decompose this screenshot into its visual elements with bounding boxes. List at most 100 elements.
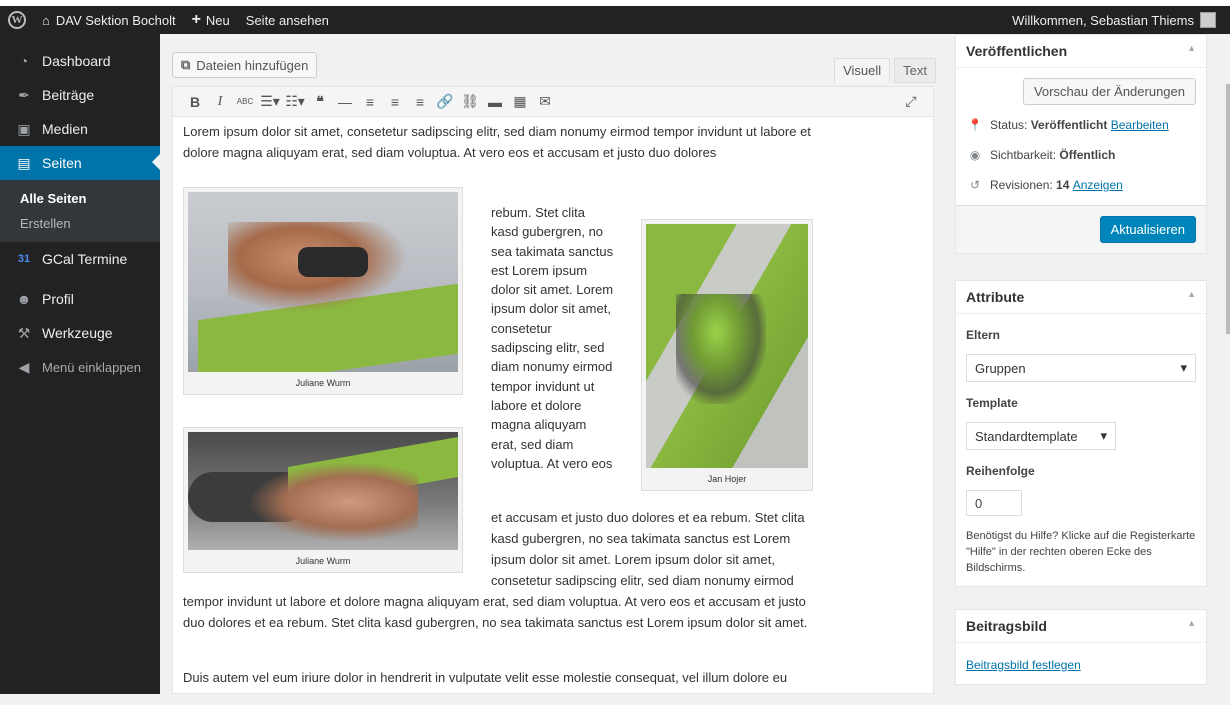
featured-image-box: Beitragsbild ▲ Beitragsbild festlegen [955, 609, 1207, 685]
climber-shape [248, 462, 418, 542]
account-menu[interactable]: Willkommen, Sebastian Thiems [1004, 6, 1230, 34]
new-label: Neu [205, 12, 230, 28]
photo-climber-3 [646, 224, 808, 468]
dashboard-icon: ◔ [19, 53, 29, 69]
add-media-button[interactable]: ⧉ Dateien hinzufügen [172, 52, 318, 78]
numbered-list-button[interactable]: ☷▾ [283, 90, 307, 114]
visibility-value: Öffentlich [1059, 148, 1116, 162]
site-name: DAV Sektion Bocholt [55, 12, 176, 28]
italic-button[interactable]: I [208, 90, 232, 114]
status-row: 📍 Status: Veröffentlicht Bearbeiten [966, 115, 1196, 135]
image-caption-3: Jan Hojer [707, 474, 747, 484]
paragraph-1: Lorem ipsum dolor sit amet, consetetur s… [183, 124, 811, 160]
collapse-menu-button[interactable]: ◀ Menü einklappen [0, 350, 160, 384]
sidebar-item-profile[interactable]: ☻ Profil [0, 282, 160, 316]
publish-box-header[interactable]: Veröffentlichen ▲ [956, 35, 1206, 68]
blockquote-button[interactable]: ❝ [308, 90, 332, 114]
image-figure-3[interactable]: Jan Hojer [641, 219, 813, 491]
template-label: Template [966, 396, 1018, 410]
image-figure-2[interactable]: Juliane Wurm [183, 427, 463, 573]
climber-top [298, 247, 368, 277]
parent-select[interactable]: Gruppen ▾ [966, 354, 1196, 382]
wp-logo-menu[interactable]: W [0, 6, 34, 34]
right-sidebar: Veröffentlichen ▲ Vorschau der Änderungen… [955, 34, 1207, 705]
pages-icon: ▤ [17, 154, 31, 171]
sidebar-item-posts[interactable]: ✒ Beiträge [0, 78, 160, 112]
collapse-arrow-icon: ▲ [1187, 618, 1196, 628]
mail-icon[interactable]: ✉ [533, 90, 557, 114]
pages-submenu: Alle Seiten Erstellen [0, 180, 160, 242]
site-name-link[interactable]: ⌂ DAV Sektion Bocholt [34, 6, 184, 34]
sidebar-item-label: Medien [42, 121, 88, 137]
chevron-down-icon: ▾ [1180, 360, 1187, 375]
attributes-box: Attribute ▲ Eltern Gruppen ▾ Template Stan… [955, 280, 1207, 587]
eye-icon: ◉ [969, 148, 981, 162]
sidebar-item-pages[interactable]: ▤ Seiten [0, 146, 160, 180]
climber-shape [676, 294, 766, 404]
unlink-icon[interactable]: ⛓ [458, 90, 482, 114]
sidebar-item-tools[interactable]: ⚒ Werkzeuge [0, 316, 160, 350]
view-revisions-link[interactable]: Anzeigen [1073, 178, 1123, 192]
photo-climber-1 [188, 192, 458, 372]
editor-content[interactable]: Lorem ipsum dolor sit amet, consetetur s… [173, 117, 933, 695]
sidebar-item-gcal[interactable]: 31 GCal Termine [0, 242, 160, 276]
sidebar-item-label: Beiträge [42, 87, 95, 103]
collapse-arrow-icon: ▲ [1187, 43, 1196, 53]
sidebar-item-label: Seiten [42, 155, 82, 171]
sidebar-item-label: Menü einklappen [42, 359, 142, 375]
revisions-row: ↺ Revisionen: 14 Anzeigen [966, 175, 1196, 195]
template-select[interactable]: Standardtemplate ▾ [966, 422, 1116, 450]
publish-actions: Aktualisieren [956, 205, 1206, 253]
image-figure-1[interactable]: Juliane Wurm [183, 187, 463, 395]
content-editor: ⧉ Dateien hinzufügen Visuell Text B I ABC… [172, 48, 936, 694]
welcome-text: Willkommen, Sebastian Thiems [1012, 12, 1194, 28]
toolbar-toggle-button[interactable]: ▦ [508, 90, 532, 114]
parent-value: Gruppen [975, 360, 1026, 376]
edit-status-link[interactable]: Bearbeiten [1111, 118, 1169, 132]
align-left-button[interactable]: ≡ [358, 90, 382, 114]
paragraph-2: Duis autem vel eum iriure dolor in hendr… [183, 670, 788, 685]
view-page-link[interactable]: Seite ansehen [238, 6, 337, 34]
order-input[interactable]: 0 [966, 490, 1022, 516]
align-center-button[interactable]: ≡ [383, 90, 407, 114]
align-right-button[interactable]: ≡ [408, 90, 432, 114]
featured-image-inner: Beitragsbild festlegen [956, 643, 1206, 684]
paragraph-flow-full: tempor invidunt ut labore et dolore magn… [183, 594, 808, 630]
submenu-add-new[interactable]: Erstellen [0, 211, 160, 236]
add-media-label: Dateien hinzufügen [196, 57, 309, 73]
scrollbar-thumb[interactable] [1226, 84, 1230, 334]
plus-icon: + [191, 11, 201, 28]
help-text: Benötigst du Hilfe? Klicke auf die Regis… [966, 530, 1196, 574]
chevron-down-icon: ▾ [1100, 428, 1107, 443]
photo-climber-2 [188, 432, 458, 550]
new-content-link[interactable]: + Neu [184, 6, 238, 34]
tab-text[interactable]: Text [894, 58, 936, 83]
parent-label: Eltern [966, 328, 1001, 342]
sidebar-item-dashboard[interactable]: ◔ Dashboard [0, 44, 160, 78]
visibility-label: Sichtbarkeit: [990, 148, 1057, 162]
featured-image-box-header[interactable]: Beitragsbild ▲ [956, 610, 1206, 643]
fullscreen-icon[interactable]: ⤢ [899, 90, 923, 114]
avatar [1200, 12, 1216, 28]
attributes-title: Attribute [966, 289, 1025, 305]
visibility-row: ◉ Sichtbarkeit: Öffentlich [966, 145, 1196, 165]
strikethrough-button[interactable]: ABC [233, 90, 257, 114]
attributes-box-header[interactable]: Attribute ▲ [956, 281, 1206, 314]
home-icon: ⌂ [42, 12, 50, 28]
pin-icon: ✒ [18, 86, 30, 103]
sidebar-item-media[interactable]: ▣ Medien [0, 112, 160, 146]
bold-button[interactable]: B [183, 90, 207, 114]
tab-visual[interactable]: Visuell [834, 58, 891, 83]
update-button[interactable]: Aktualisieren [1099, 216, 1196, 243]
link-icon[interactable]: 🔗 [433, 90, 457, 114]
preview-changes-button[interactable]: Vorschau der Änderungen [1022, 78, 1196, 105]
user-icon: ☻ [16, 291, 32, 307]
image-caption-2: Juliane Wurm [295, 556, 351, 566]
submenu-all-pages[interactable]: Alle Seiten [0, 186, 160, 211]
admin-bar: W ⌂ DAV Sektion Bocholt + Neu Seite ansehe… [0, 6, 1230, 34]
set-featured-image-link[interactable]: Beitragsbild festlegen [966, 658, 1081, 672]
bullet-list-button[interactable]: ☰▾ [258, 90, 282, 114]
read-more-button[interactable]: ▬ [483, 90, 507, 114]
wordpress-icon: W [8, 11, 26, 29]
horizontal-line-button[interactable]: — [333, 90, 357, 114]
